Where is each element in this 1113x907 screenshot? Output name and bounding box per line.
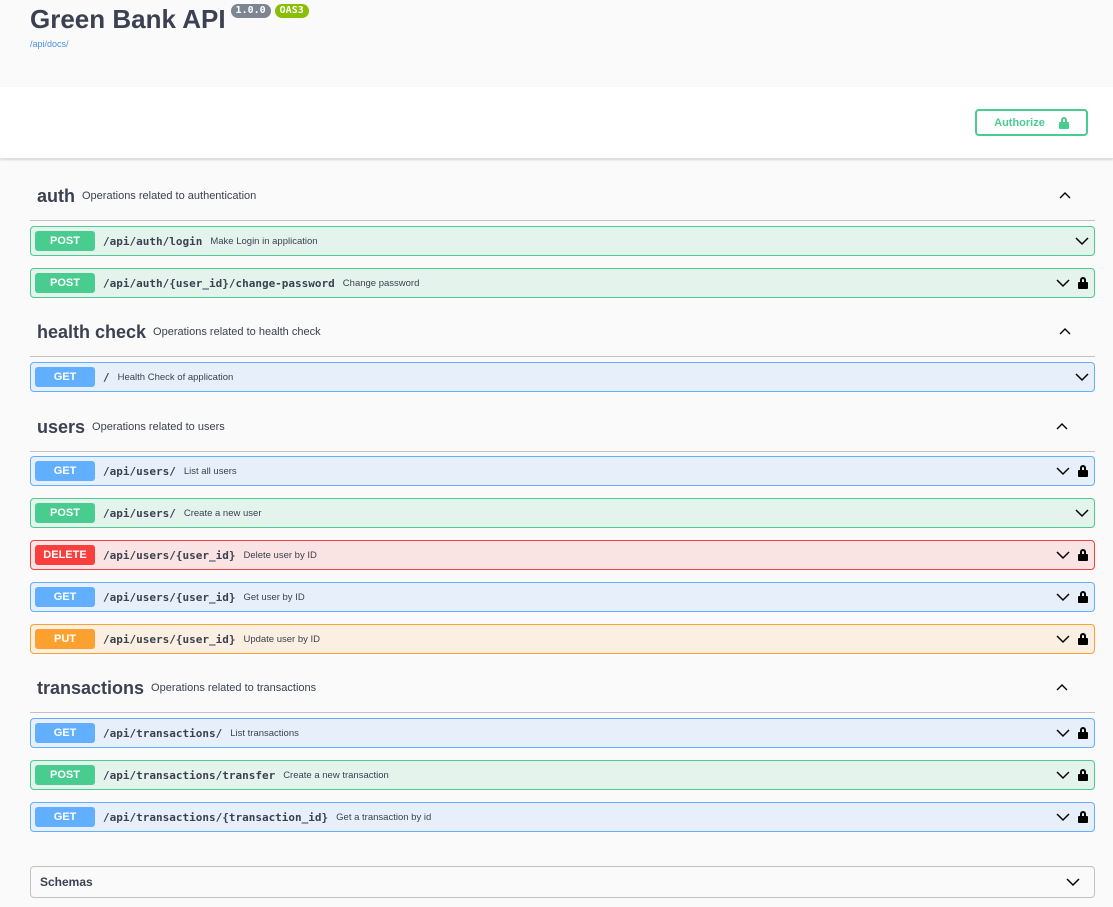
tag-section-health-check: health check Operations related to healt… [30,308,1095,357]
operation-row[interactable]: GET /api/users/ List all users [30,456,1095,486]
chevron-down-icon[interactable] [1075,234,1089,248]
lock-icon[interactable] [1078,811,1088,823]
title-row: Green Bank API 1.0.0 OAS3 [30,0,1113,35]
tag-section-transactions: transactions Operations related to trans… [30,664,1095,713]
operation-summary: Create a new transaction [283,769,389,781]
schemas-section[interactable]: Schemas [30,866,1095,898]
operation-path: /api/users/{user_id} [103,548,236,562]
method-badge: GET [35,587,95,607]
operation-summary: Health Check of application [117,371,234,383]
chevron-up-icon[interactable] [1056,682,1068,694]
operation-row[interactable]: POST /api/auth/login Make Login in appli… [30,226,1095,256]
lock-icon[interactable] [1078,277,1088,289]
operation-path: /api/users/ [103,464,176,478]
operation-summary: List transactions [230,727,299,739]
operation-path: /api/auth/{user_id}/change-password [103,276,335,290]
chevron-down-icon[interactable] [1056,810,1070,824]
tag-section-auth: auth Operations related to authenticatio… [30,172,1095,221]
operation-path: /api/users/{user_id} [103,590,236,604]
tag-description: Operations related to users [92,421,225,433]
operation-path: /api/auth/login [103,234,203,248]
operation-summary: List all users [183,465,237,477]
operation-path: /api/transactions/{transaction_id} [103,810,329,824]
tag-name: transactions [37,677,145,698]
tag-name: health check [37,321,147,342]
oas-badge: OAS3 [274,4,309,18]
lock-icon[interactable] [1078,769,1088,781]
lock-icon [1058,116,1069,129]
operation-summary: Get user by ID [243,591,305,603]
operation-row[interactable]: PUT /api/users/{user_id} Update user by … [30,624,1095,654]
lock-icon[interactable] [1078,633,1088,645]
chevron-up-icon[interactable] [1059,326,1071,338]
operation-row[interactable]: POST /api/users/ Create a new user [30,498,1095,528]
operation-row[interactable]: GET /api/users/{user_id} Get user by ID [30,582,1095,612]
operation-path: /api/transactions/transfer [103,768,276,782]
operation-summary: Get a transaction by id [336,811,432,823]
tag-header-users[interactable]: users Operations related to users [30,403,1095,452]
tag-description: Operations related to health check [153,326,321,338]
tag-section-users: users Operations related to users [30,403,1095,452]
page-title: Green Bank API [30,4,226,34]
chevron-down-icon[interactable] [1056,548,1070,562]
chevron-down-icon[interactable] [1056,276,1070,290]
lock-icon[interactable] [1078,727,1088,739]
tag-description: Operations related to transactions [151,682,317,694]
chevron-up-icon[interactable] [1059,190,1071,202]
chevron-up-icon[interactable] [1056,421,1068,433]
chevron-down-icon[interactable] [1066,875,1080,889]
tag-header-transactions[interactable]: transactions Operations related to trans… [30,664,1095,713]
api-info: Green Bank API 1.0.0 OAS3 /api/docs/ [0,0,1113,87]
operation-summary: Make Login in application [210,235,318,247]
operation-summary: Create a new user [183,507,262,519]
operation-row[interactable]: POST /api/auth/{user_id}/change-password… [30,268,1095,298]
method-badge: POST [35,765,95,785]
tag-header-health-check[interactable]: health check Operations related to healt… [30,308,1095,357]
operation-row[interactable]: GET /api/transactions/ List transactions [30,718,1095,748]
method-badge: POST [35,273,95,293]
method-badge: PUT [35,629,95,649]
chevron-down-icon[interactable] [1056,768,1070,782]
operation-row[interactable]: GET /api/transactions/{transaction_id} G… [30,802,1095,832]
method-badge: GET [35,461,95,481]
method-badge: POST [35,503,95,523]
chevron-down-icon[interactable] [1056,590,1070,604]
operation-path: /api/users/ [103,506,176,520]
chevron-down-icon[interactable] [1075,506,1089,520]
method-badge: GET [35,367,95,387]
tag-name: users [37,416,86,437]
operation-summary: Update user by ID [243,633,321,645]
version-badge: 1.0.0 [230,4,271,18]
tag-name: auth [37,185,75,206]
method-badge: POST [35,231,95,251]
lock-icon[interactable] [1078,549,1088,561]
schemas-label: Schemas [40,875,93,889]
authorize-button[interactable]: Authorize [975,109,1088,136]
chevron-down-icon[interactable] [1056,726,1070,740]
tag-header-auth[interactable]: auth Operations related to authenticatio… [30,172,1095,221]
method-badge: GET [35,807,95,827]
docs-link[interactable]: /api/docs/ [30,39,69,49]
operation-summary: Change password [342,277,420,289]
chevron-down-icon[interactable] [1056,632,1070,646]
method-badge: DELETE [35,545,95,565]
scheme-bar: Authorize [0,87,1113,159]
operation-path: /api/transactions/ [103,726,223,740]
chevron-down-icon[interactable] [1075,370,1089,384]
operation-row[interactable]: DELETE /api/users/{user_id} Delete user … [30,540,1095,570]
operation-row[interactable]: POST /api/transactions/transfer Create a… [30,760,1095,790]
operation-row[interactable]: GET / Health Check of application [30,362,1095,392]
operation-path: / [103,370,110,384]
operation-path: /api/users/{user_id} [103,632,236,646]
lock-icon[interactable] [1078,465,1088,477]
tag-description: Operations related to authentication [82,190,257,202]
chevron-down-icon[interactable] [1056,464,1070,478]
method-badge: GET [35,723,95,743]
operation-summary: Delete user by ID [243,549,317,561]
lock-icon[interactable] [1078,591,1088,603]
authorize-label: Authorize [994,116,1045,129]
